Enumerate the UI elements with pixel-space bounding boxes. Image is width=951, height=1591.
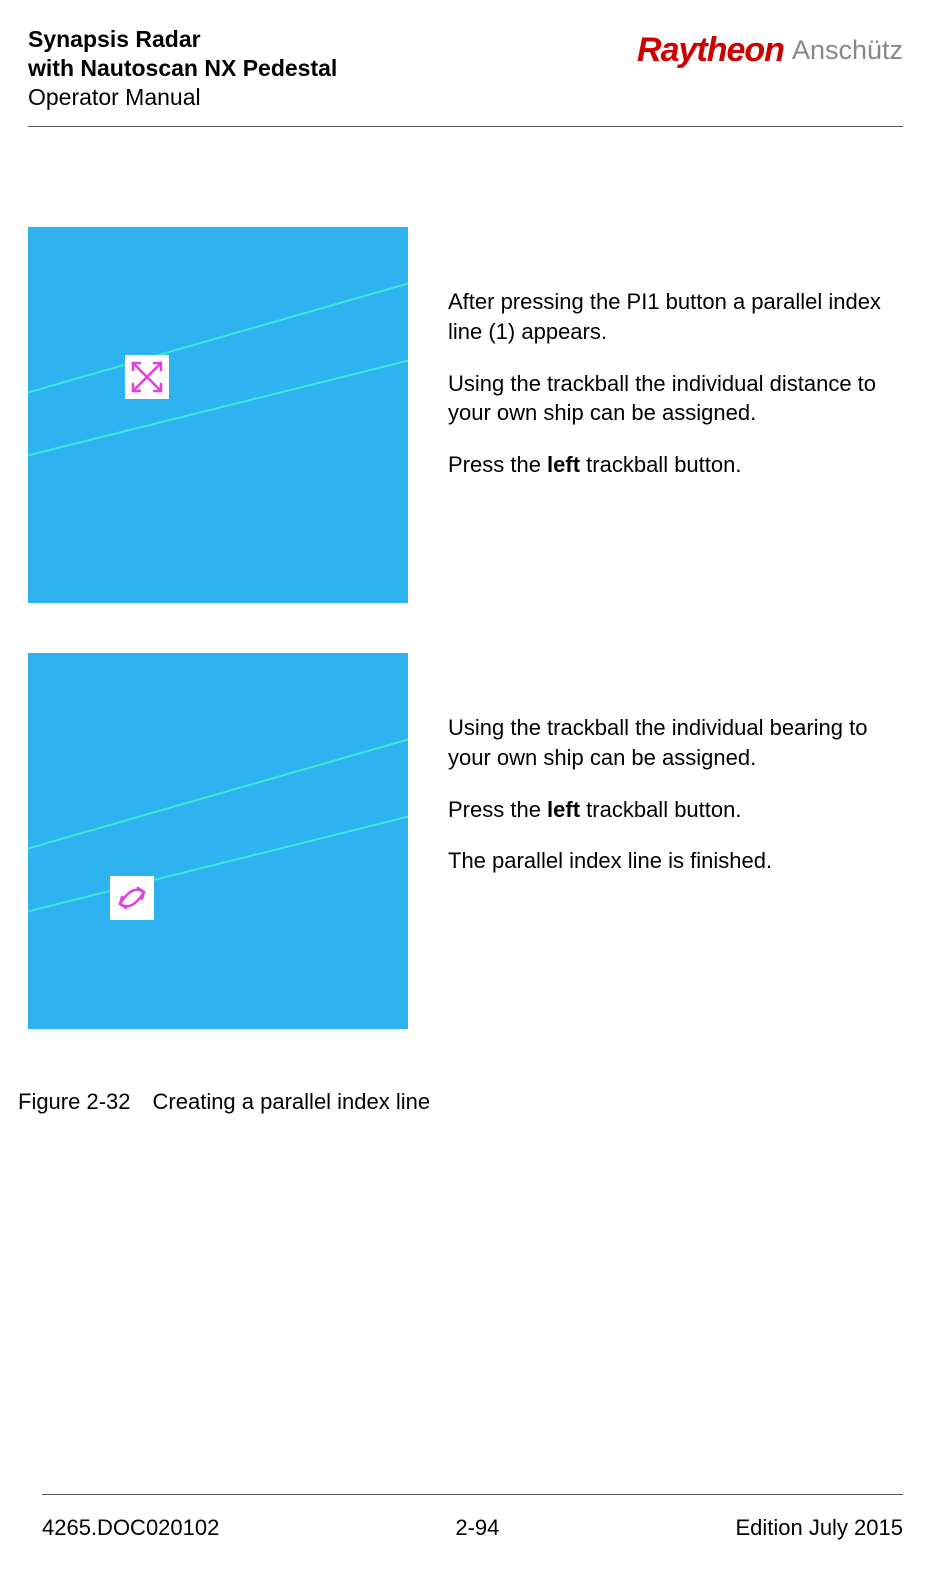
footer-page-num: 2-94 — [455, 1515, 499, 1541]
para-b2-suffix: trackball button. — [580, 797, 741, 822]
radar-screenshot-2 — [28, 653, 408, 1029]
figure-caption: Figure 2-32 Creating a parallel index lin… — [18, 1089, 903, 1115]
instructions-1: After pressing the PI1 button a parallel… — [448, 227, 903, 501]
header-titles: Synapsis Radar with Nautoscan NX Pedesta… — [28, 25, 337, 111]
move-cursor-icon — [125, 355, 169, 399]
figure-title: Creating a parallel index line — [153, 1089, 431, 1114]
raytheon-logo: Raytheon — [637, 31, 784, 70]
figure-number: Figure 2-32 — [18, 1089, 131, 1114]
footer-doc-id: 4265.DOC020102 — [42, 1515, 219, 1541]
page-footer: 4265.DOC020102 2-94 Edition July 2015 — [42, 1494, 903, 1591]
radar-screenshot-1 — [28, 227, 408, 603]
para-3-prefix: Press the — [448, 452, 547, 477]
anschutz-logo: Anschütz — [792, 35, 903, 66]
doc-type: Operator Manual — [28, 83, 337, 112]
para-b3: The parallel index line is finished. — [448, 846, 903, 876]
para-3: Press the left trackball button. — [448, 450, 903, 480]
product-title-1: Synapsis Radar — [28, 25, 337, 54]
para-b2: Press the left trackball button. — [448, 795, 903, 825]
content-row-2: Using the trackball the individual beari… — [28, 653, 903, 1029]
para-1: After pressing the PI1 button a parallel… — [448, 287, 903, 346]
para-3-bold: left — [547, 452, 580, 477]
content-row-1: After pressing the PI1 button a parallel… — [28, 227, 903, 603]
para-2: Using the trackball the individual dista… — [448, 369, 903, 428]
page-header: Synapsis Radar with Nautoscan NX Pedesta… — [28, 25, 903, 127]
para-3-suffix: trackball button. — [580, 452, 741, 477]
para-b2-bold: left — [547, 797, 580, 822]
para-b1: Using the trackball the individual beari… — [448, 713, 903, 772]
product-title-2: with Nautoscan NX Pedestal — [28, 54, 337, 83]
para-b2-prefix: Press the — [448, 797, 547, 822]
brand-logo: Raytheon Anschütz — [637, 25, 903, 70]
instructions-2: Using the trackball the individual beari… — [448, 653, 903, 898]
footer-edition: Edition July 2015 — [735, 1515, 903, 1541]
rotate-cursor-icon — [110, 876, 154, 920]
